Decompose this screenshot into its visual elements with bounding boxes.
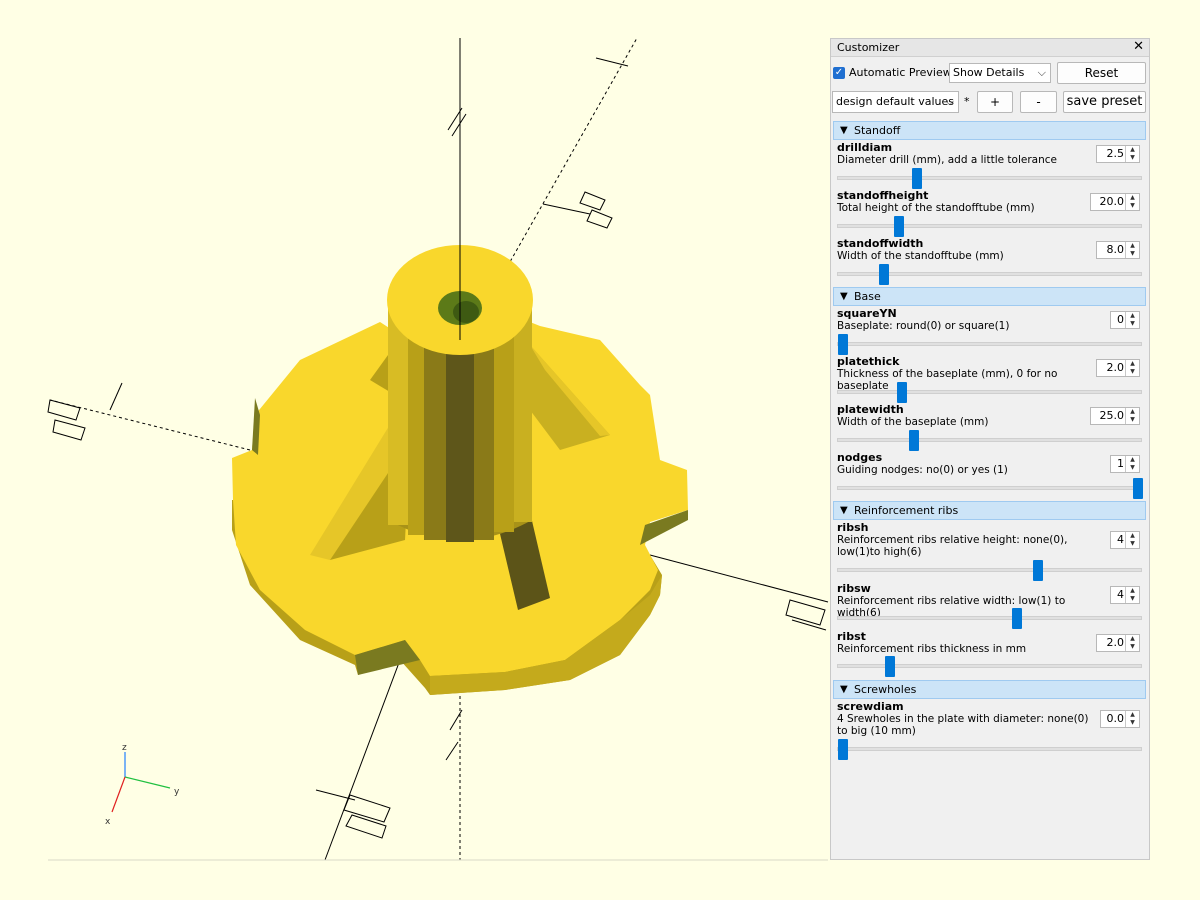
param-slider[interactable] xyxy=(837,560,1142,581)
spinner-arrows-icon[interactable]: ▲ ▼ xyxy=(1125,146,1139,162)
slider-handle[interactable] xyxy=(1133,478,1143,499)
collapse-triangle-icon: ▼ xyxy=(840,291,848,302)
param-name: squareYN xyxy=(837,307,897,320)
param-name: screwdiam xyxy=(837,700,904,713)
group-header-base[interactable]: ▼ Base xyxy=(833,287,1146,306)
param-name: platewidth xyxy=(837,403,904,416)
customizer-panel: Customizer ✕ ✓ Automatic Preview Show De… xyxy=(830,38,1150,860)
chevron-down-icon: ⌵ xyxy=(1037,66,1046,79)
param-spinbox[interactable]: 2.0 ▲ ▼ xyxy=(1096,359,1140,377)
gizmo-z-label: z xyxy=(122,743,127,753)
slider-handle[interactable] xyxy=(838,334,848,355)
save-preset-button[interactable]: save preset xyxy=(1063,91,1146,113)
spinner-arrows-icon[interactable]: ▲ ▼ xyxy=(1125,456,1139,472)
param-desc: Thickness of the baseplate (mm), 0 for n… xyxy=(837,368,1058,392)
param-name: drilldiam xyxy=(837,141,893,154)
gizmo-x-label: x xyxy=(105,817,111,827)
slider-handle[interactable] xyxy=(1032,560,1043,581)
param-slider[interactable] xyxy=(837,334,1142,355)
spinner-arrows-icon[interactable]: ▲ ▼ xyxy=(1125,587,1139,603)
param-slider[interactable] xyxy=(837,656,1142,677)
param-desc: Width of the baseplate (mm) xyxy=(837,416,989,428)
axis-x xyxy=(649,554,829,603)
slider-handle[interactable] xyxy=(879,264,890,285)
param-spinbox[interactable]: 4 ▲ ▼ xyxy=(1110,586,1140,604)
parameter-list: ▼ Standoff drilldiam Diameter drill (mm)… xyxy=(832,119,1148,859)
panel-title: Customizer xyxy=(837,41,900,54)
param-spinbox[interactable]: 0.0 ▲ ▼ xyxy=(1100,710,1140,728)
param-desc: Guiding nodges: no(0) or yes (1) xyxy=(837,464,1008,476)
automatic-preview-checkbox[interactable]: ✓ xyxy=(833,67,845,79)
gizmo-y-label: y xyxy=(174,787,180,797)
axis-y xyxy=(324,659,401,861)
param-spinbox[interactable]: 1 ▲ ▼ xyxy=(1110,455,1140,473)
param-slider[interactable] xyxy=(837,168,1142,189)
param-slider[interactable] xyxy=(837,430,1142,451)
spinner-arrows-icon[interactable]: ▲ ▼ xyxy=(1125,360,1139,376)
spinner-arrows-icon[interactable]: ▲ ▼ xyxy=(1125,711,1139,727)
param-name: ribst xyxy=(837,630,866,643)
param-name: platethick xyxy=(837,355,900,368)
reset-button[interactable]: Reset xyxy=(1057,62,1146,84)
param-desc: Reinforcement ribs thickness in mm xyxy=(837,643,1027,655)
param-spinbox[interactable]: 4 ▲ ▼ xyxy=(1110,531,1140,549)
param-spinbox[interactable]: 2.5 ▲ ▼ xyxy=(1096,145,1140,163)
group-header-screwholes[interactable]: ▼ Screwholes xyxy=(833,680,1146,699)
param-desc: Width of the standofftube (mm) xyxy=(837,250,1004,262)
param-slider[interactable] xyxy=(837,382,1142,403)
remove-preset-button[interactable]: - xyxy=(1020,91,1057,113)
slider-handle[interactable] xyxy=(894,216,905,237)
spinner-arrows-icon[interactable]: ▲ ▼ xyxy=(1125,408,1139,424)
add-preset-button[interactable]: + xyxy=(977,91,1013,113)
param-desc: Total height of the standofftube (mm) xyxy=(837,202,1035,214)
spinner-arrows-icon[interactable]: ▲ ▼ xyxy=(1125,635,1139,651)
chevron-down-icon: ⌵ xyxy=(945,95,954,108)
group-header-reinforcement-ribs[interactable]: ▼ Reinforcement ribs xyxy=(833,501,1146,520)
model-render: z y x xyxy=(47,37,829,861)
slider-handle[interactable] xyxy=(885,656,896,677)
spinner-arrows-icon[interactable]: ▲ ▼ xyxy=(1125,194,1139,210)
close-icon[interactable]: ✕ xyxy=(1133,39,1144,54)
preset-modified-marker: * xyxy=(964,95,970,108)
param-desc: 4 Srewholes in the plate with diameter: … xyxy=(837,713,1089,737)
param-slider[interactable] xyxy=(837,739,1142,760)
param-spinbox[interactable]: 20.0 ▲ ▼ xyxy=(1090,193,1140,211)
slider-handle[interactable] xyxy=(1012,608,1023,629)
panel-title-bar: Customizer ✕ xyxy=(831,39,1149,57)
param-name: ribsw xyxy=(837,582,871,595)
slider-handle[interactable] xyxy=(908,430,919,451)
param-slider[interactable] xyxy=(837,608,1142,629)
slider-handle[interactable] xyxy=(897,382,907,403)
param-name: standoffwidth xyxy=(837,237,924,250)
param-desc: Baseplate: round(0) or square(1) xyxy=(837,320,1010,332)
spinner-arrows-icon[interactable]: ▲ ▼ xyxy=(1125,312,1139,328)
slider-handle[interactable] xyxy=(911,168,922,189)
collapse-triangle-icon: ▼ xyxy=(840,684,848,695)
param-slider[interactable] xyxy=(837,216,1142,237)
param-desc: Diameter drill (mm), add a little tolera… xyxy=(837,154,1057,166)
slider-handle[interactable] xyxy=(838,739,848,760)
param-name: nodges xyxy=(837,451,883,464)
param-slider[interactable] xyxy=(837,264,1142,285)
spinner-arrows-icon[interactable]: ▲ ▼ xyxy=(1125,242,1139,258)
param-spinbox[interactable]: 0 ▲ ▼ xyxy=(1110,311,1140,329)
param-desc: Reinforcement ribs relative height: none… xyxy=(837,534,1068,558)
group-header-standoff[interactable]: ▼ Standoff xyxy=(833,121,1146,140)
collapse-triangle-icon: ▼ xyxy=(840,125,848,136)
details-select[interactable]: Show Details ⌵ xyxy=(949,63,1051,83)
preset-select[interactable]: design default values ⌵ xyxy=(832,91,959,113)
param-spinbox[interactable]: 2.0 ▲ ▼ xyxy=(1096,634,1140,652)
automatic-preview-label: Automatic Preview xyxy=(849,66,952,79)
param-spinbox[interactable]: 25.0 ▲ ▼ xyxy=(1090,407,1140,425)
param-spinbox[interactable]: 8.0 ▲ ▼ xyxy=(1096,241,1140,259)
param-name: ribsh xyxy=(837,521,869,534)
collapse-triangle-icon: ▼ xyxy=(840,505,848,516)
param-name: standoffheight xyxy=(837,189,929,202)
spinner-arrows-icon[interactable]: ▲ ▼ xyxy=(1125,532,1139,548)
param-slider[interactable] xyxy=(837,478,1143,499)
axis-gizmo: z y x xyxy=(105,743,180,827)
